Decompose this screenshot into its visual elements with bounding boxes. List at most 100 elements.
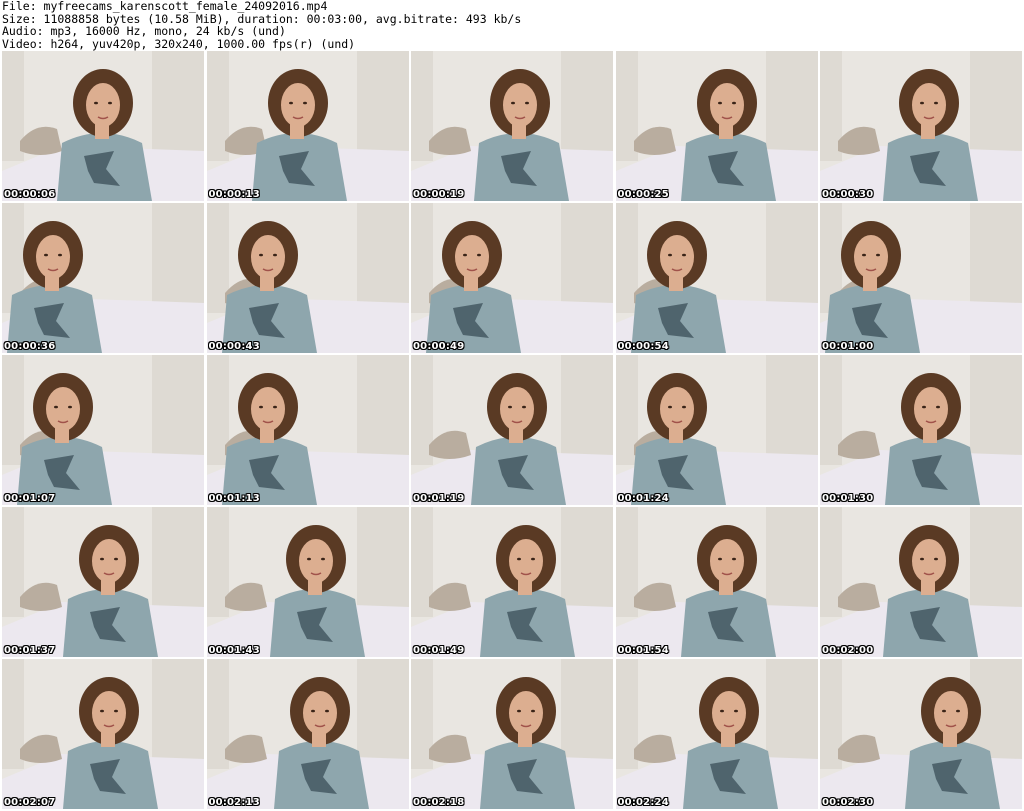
face [854,235,888,279]
file-name-line: File: myfreecams_karenscott_female_24092… [2,0,328,13]
thumbnail-timestamp: 00:01:19 [413,493,465,504]
video-thumbnail: 00:01:54 [615,507,818,657]
face [302,691,337,735]
contact-sheet: File: myfreecams_karenscott_female_24092… [0,0,1024,811]
face [912,83,946,127]
video-thumbnail: 00:01:13 [206,355,409,505]
thumbnail-image [206,507,409,657]
video-thumbnail: 00:02:00 [820,507,1022,657]
thumbnail-image [2,203,204,353]
eye [54,405,58,409]
eye [477,253,481,257]
video-thumbnail: 00:00:25 [615,51,818,201]
eye [258,253,263,257]
video-thumbnail: 00:01:24 [615,355,818,505]
video-thumbnail: 00:00:19 [411,51,613,201]
thumbnail-timestamp: 00:02:00 [822,645,874,656]
eye [956,709,960,713]
face [509,691,543,735]
thumbnail-image [820,355,1022,505]
thumbnail-timestamp: 00:00:06 [4,189,56,200]
face [92,539,126,583]
eye [108,101,112,105]
thumbnail-timestamp: 00:01:43 [208,645,260,656]
face [280,83,315,127]
thumbnail-timestamp: 00:01:49 [413,645,465,656]
thumbnail-timestamp: 00:01:54 [617,645,669,656]
thumbnail-image [2,507,204,657]
thumbnail-image [615,507,818,657]
face [709,539,744,583]
thumbnail-image [615,203,818,353]
thumbnail-timestamp: 00:02:30 [822,797,874,808]
video-thumbnail: 00:00:30 [820,51,1022,201]
thumbnail-timestamp: 00:00:49 [413,341,465,352]
thumbnail-image [206,51,409,201]
video-thumbnail: 00:02:13 [206,659,409,809]
eye [100,557,104,561]
video-thumbnail: 00:01:07 [2,355,204,505]
thumbnail-timestamp: 00:00:25 [617,189,669,200]
video-thumbnail: 00:01:30 [820,355,1022,505]
eye [100,709,104,713]
face [250,387,285,431]
video-thumbnail: 00:01:37 [2,507,204,657]
face [455,235,489,279]
thumbnail-image [820,203,1022,353]
eye [306,557,311,561]
face [86,83,120,127]
video-thumbnail: 00:02:07 [2,659,204,809]
thumbnail-image [615,659,818,809]
video-thumbnail: 00:01:00 [820,203,1022,353]
eye [667,405,672,409]
video-thumbnail: 00:00:36 [2,203,204,353]
video-thumbnail: 00:00:06 [2,51,204,201]
eye [733,709,738,713]
eye [310,709,315,713]
thumbnail-timestamp: 00:00:19 [413,189,465,200]
thumbnail-timestamp: 00:02:18 [413,797,465,808]
video-thumbnail: 00:00:54 [615,203,818,353]
eye [731,557,736,561]
eye [531,709,535,713]
eye [719,709,724,713]
video-thumbnail: 00:00:43 [206,203,409,353]
thumbnail-timestamp: 00:00:54 [617,341,669,352]
eye [272,253,277,257]
file-info-header: File: myfreecams_karenscott_female_24092… [2,0,1020,50]
eye [68,405,72,409]
face [500,387,534,431]
face [250,235,285,279]
video-thumbnail: 00:02:18 [411,659,613,809]
eye [922,405,926,409]
thumbnail-timestamp: 00:00:30 [822,189,874,200]
thumbnail-image [820,659,1022,809]
eye [508,405,512,409]
thumbnail-image [2,355,204,505]
video-thumbnail: 00:00:49 [411,203,613,353]
thumbnail-image [2,659,204,809]
video-thumbnail: 00:02:24 [615,659,818,809]
eye [272,405,277,409]
thumbnail-image [820,507,1022,657]
face [92,691,126,735]
eye [920,557,924,561]
thumbnail-image [820,51,1022,201]
eye [681,253,686,257]
eye [114,557,118,561]
eye [717,101,722,105]
eye [667,253,672,257]
eye [58,253,62,257]
face [509,539,543,583]
thumbnail-image [411,203,613,353]
thumbnail-timestamp: 00:02:24 [617,797,669,808]
face [503,83,537,127]
video-thumbnail: 00:01:19 [411,355,613,505]
eye [94,101,98,105]
thumbnail-timestamp: 00:02:07 [4,797,56,808]
eye [463,253,467,257]
thumbnail-timestamp: 00:02:13 [208,797,260,808]
eye [517,557,521,561]
video-thumbnail: 00:00:13 [206,51,409,201]
face [709,83,744,127]
